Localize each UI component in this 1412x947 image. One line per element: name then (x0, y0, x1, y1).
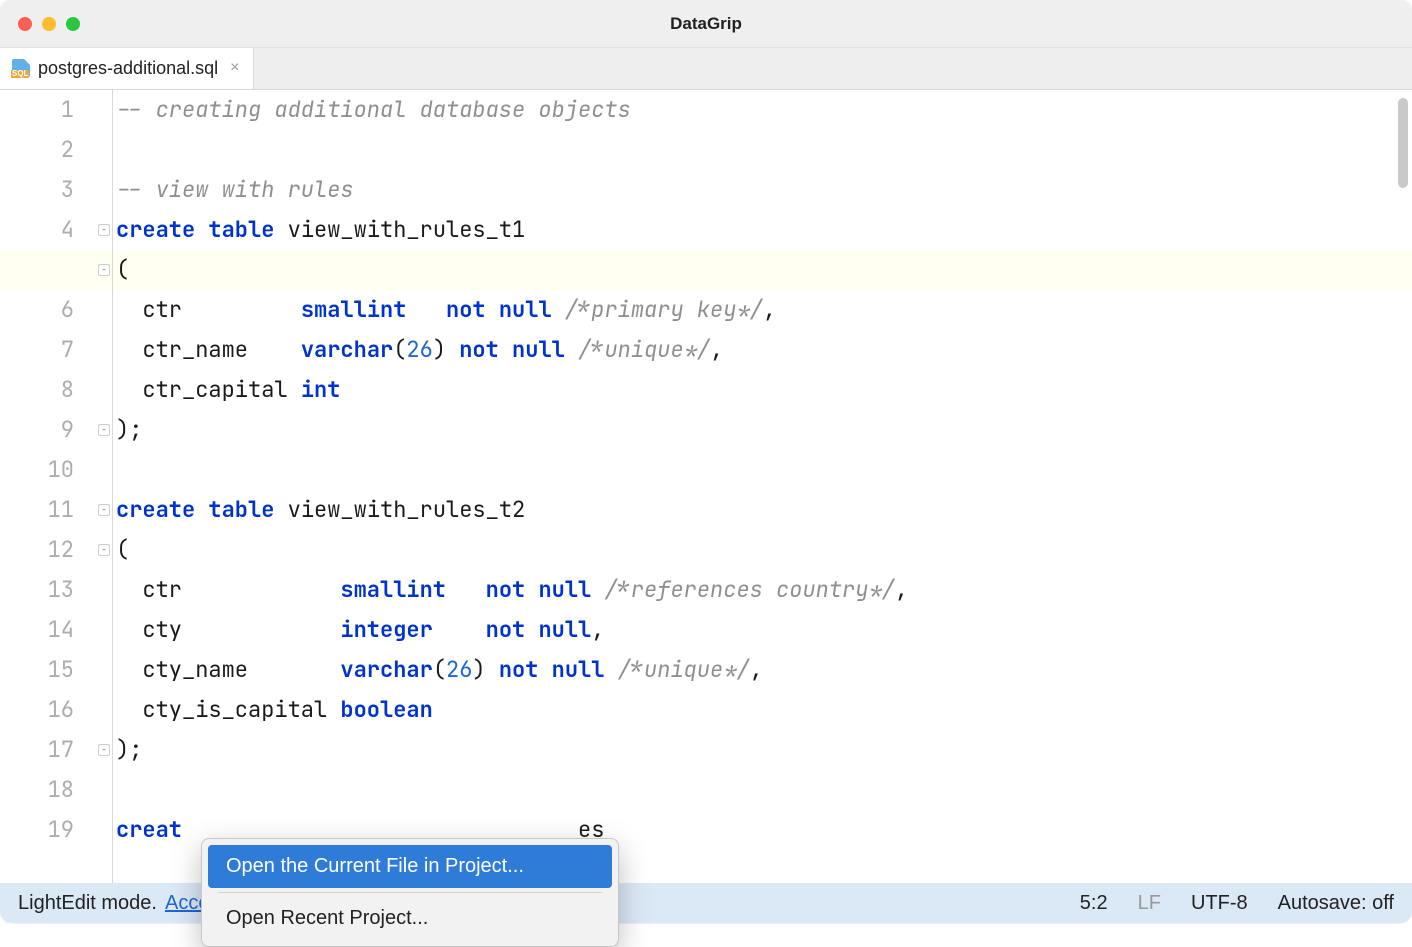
context-menu: Open the Current File in Project... Open… (201, 838, 619, 947)
line-number: 17 (0, 730, 74, 770)
code-line[interactable]: cty integer not null, (116, 610, 1412, 650)
line-number: 2 (0, 130, 74, 170)
code-line[interactable]: ctr_capital int (116, 370, 1412, 410)
lightedit-mode-label: LightEdit mode. (18, 892, 157, 915)
line-number: 4 (0, 210, 74, 250)
minimize-window-button[interactable] (42, 17, 56, 31)
code-line[interactable] (116, 130, 1412, 170)
code-line[interactable]: create table view_with_rules_t1 (116, 210, 1412, 250)
window-controls (18, 17, 80, 31)
line-number: 7 (0, 330, 74, 370)
line-number: 3 (0, 170, 74, 210)
menu-item-open-in-project[interactable]: Open the Current File in Project... (208, 845, 612, 888)
line-number: 12 (0, 530, 74, 570)
close-window-button[interactable] (18, 17, 32, 31)
line-number: 19 (0, 810, 74, 850)
zoom-window-button[interactable] (66, 17, 80, 31)
code-line[interactable]: ctr_name varchar(26) not null /*unique*/… (116, 330, 1412, 370)
code-area[interactable]: -- creating additional database objects -… (113, 90, 1412, 883)
code-line[interactable] (116, 450, 1412, 490)
code-line[interactable]: ctr smallint not null /*primary key*/, (116, 290, 1412, 330)
code-line[interactable] (116, 770, 1412, 810)
line-number: 14 (0, 610, 74, 650)
line-number: 13 (0, 570, 74, 610)
file-encoding[interactable]: UTF-8 (1191, 892, 1248, 915)
tab-bar: postgres-additional.sql × (0, 48, 1412, 90)
line-number: 16 (0, 690, 74, 730)
autosave-status[interactable]: Autosave: off (1278, 892, 1394, 915)
editor: 12345678910111213141516171819 -- creatin… (0, 90, 1412, 883)
fold-toggle-icon[interactable] (98, 504, 110, 516)
fold-toggle-icon[interactable] (98, 224, 110, 236)
line-number: 9 (0, 410, 74, 450)
sql-file-icon (12, 59, 30, 77)
line-number: 15 (0, 650, 74, 690)
fold-toggle-icon[interactable] (98, 544, 110, 556)
code-line[interactable]: cty_name varchar(26) not null /*unique*/… (116, 650, 1412, 690)
titlebar: DataGrip (0, 0, 1412, 48)
line-number: 6 (0, 290, 74, 330)
gutter[interactable]: 12345678910111213141516171819 (0, 90, 113, 883)
code-line[interactable]: ( (116, 530, 1412, 570)
caret-position[interactable]: 5:2 (1080, 892, 1108, 915)
code-line[interactable]: -- creating additional database objects (116, 90, 1412, 130)
line-number: 10 (0, 450, 74, 490)
close-tab-icon[interactable]: × (230, 59, 239, 77)
code-line[interactable]: ctr smallint not null /*references count… (116, 570, 1412, 610)
app-title: DataGrip (0, 14, 1412, 34)
fold-toggle-icon[interactable] (98, 264, 110, 276)
fold-toggle-icon[interactable] (98, 424, 110, 436)
menu-separator (218, 892, 602, 893)
code-line[interactable]: ); (116, 410, 1412, 450)
fold-toggle-icon[interactable] (98, 744, 110, 756)
code-line[interactable]: ); (116, 730, 1412, 770)
code-line[interactable]: cty_is_capital boolean (116, 690, 1412, 730)
line-number: 11 (0, 490, 74, 530)
line-number: 18 (0, 770, 74, 810)
code-line[interactable]: ( (116, 250, 1412, 290)
code-line[interactable]: create table view_with_rules_t2 (116, 490, 1412, 530)
editor-tab-label: postgres-additional.sql (38, 58, 218, 79)
code-line[interactable]: -- view with rules (116, 170, 1412, 210)
menu-item-open-recent-project[interactable]: Open Recent Project... (208, 897, 612, 940)
line-separator[interactable]: LF (1138, 892, 1161, 915)
line-number: 8 (0, 370, 74, 410)
line-number: 1 (0, 90, 74, 130)
editor-tab[interactable]: postgres-additional.sql × (0, 47, 254, 89)
